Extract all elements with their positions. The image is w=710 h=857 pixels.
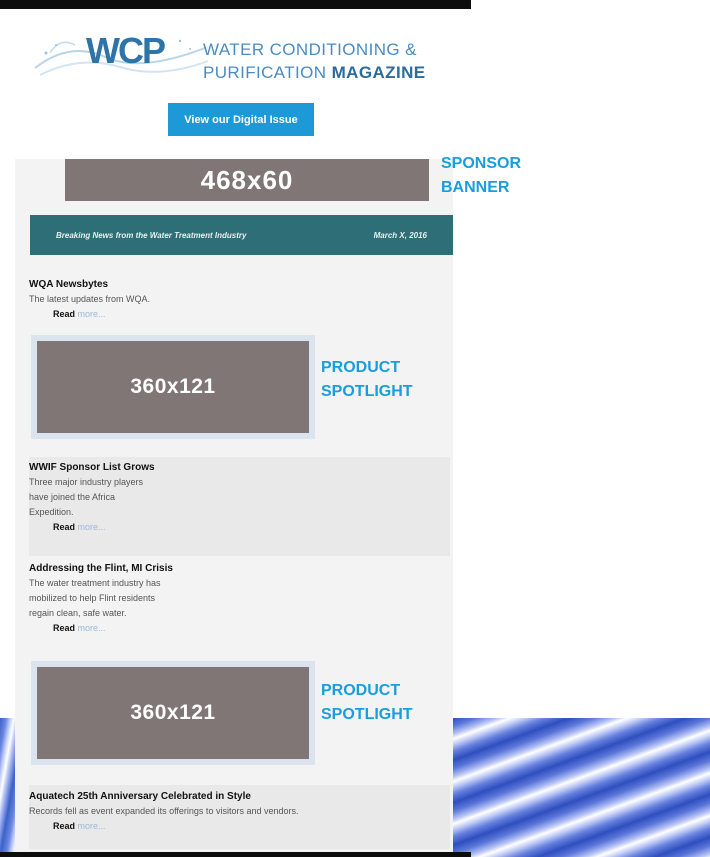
magazine-title-line1: WATER CONDITIONING & [203,40,417,59]
news-item-summary-line: The water treatment industry has [29,578,161,588]
magazine-title-line2: PURIFICATION MAGAZINE [203,63,426,82]
product-spotlight-ad-1[interactable]: 360x121 [31,335,315,439]
news-item-title: WQA Newsbytes [29,279,109,290]
read-more-row: Read more... [53,623,106,633]
product-spotlight-placeholder: 360x121 [37,341,309,433]
strip-title: Breaking News from the Water Treatment I… [56,231,247,240]
read-more-link[interactable]: more... [78,309,106,319]
news-strip: Breaking News from the Water Treatment I… [30,215,453,255]
newsletter-header: WCP WATER CONDITIONING & PURIFICATION MA… [15,9,453,159]
read-more-link[interactable]: more... [78,821,106,831]
read-more-row: Read more... [53,821,106,831]
product-spotlight-ad-2[interactable]: 360x121 [31,661,315,765]
news-item-summary: The latest updates from WQA. [29,294,151,304]
top-bar [0,0,471,9]
read-more-link[interactable]: more... [78,522,106,532]
magazine-title: WATER CONDITIONING & PURIFICATION MAGAZI… [203,38,426,84]
read-more-row: Read more... [53,522,106,532]
sponsor-banner-ad[interactable]: 468x60 [65,159,429,201]
news-item-summary-line: Expedition. [29,507,74,517]
news-item-aquatech: Aquatech 25th Anniversary Celebrated in … [29,785,450,849]
product-spotlight-label-1: PRODUCT SPOTLIGHT [321,359,413,400]
news-item-summary-line: regain clean, safe water. [29,608,127,618]
wcp-logo-icon: WCP [34,30,209,76]
svg-text:WCP: WCP [86,30,165,71]
strip-date: March X, 2016 [373,231,427,240]
read-more-link[interactable]: more... [78,623,106,633]
news-item-wwif-sponsor: WWIF Sponsor List Grows Three major indu… [29,457,450,556]
view-digital-issue-button[interactable]: View our Digital Issue [168,103,314,136]
news-item-summary-line: mobilized to help Flint residents [29,593,156,603]
product-spotlight-label-2: PRODUCT SPOTLIGHT [321,682,413,723]
news-item-summary: Records fell as event expanded its offer… [29,806,299,816]
sponsor-banner-label: SPONSOR BANNER [441,155,522,196]
news-item-flint-crisis: Addressing the Flint, MI Crisis The wate… [29,561,450,636]
news-item-title: Addressing the Flint, MI Crisis [29,563,173,574]
news-item-summary-line: have joined the Africa [29,492,116,502]
read-more-row: Read more... [53,309,106,319]
bottom-bar [0,852,471,857]
news-item-title: Aquatech 25th Anniversary Celebrated in … [29,791,251,802]
news-item-summary-line: Three major industry players [29,477,144,487]
product-spotlight-placeholder: 360x121 [37,667,309,759]
background-wave-right [452,718,710,857]
news-item-title: WWIF Sponsor List Grows [29,462,155,473]
news-item-wqa-newsbytes: WQA Newsbytes The latest updates from WQ… [29,277,450,322]
